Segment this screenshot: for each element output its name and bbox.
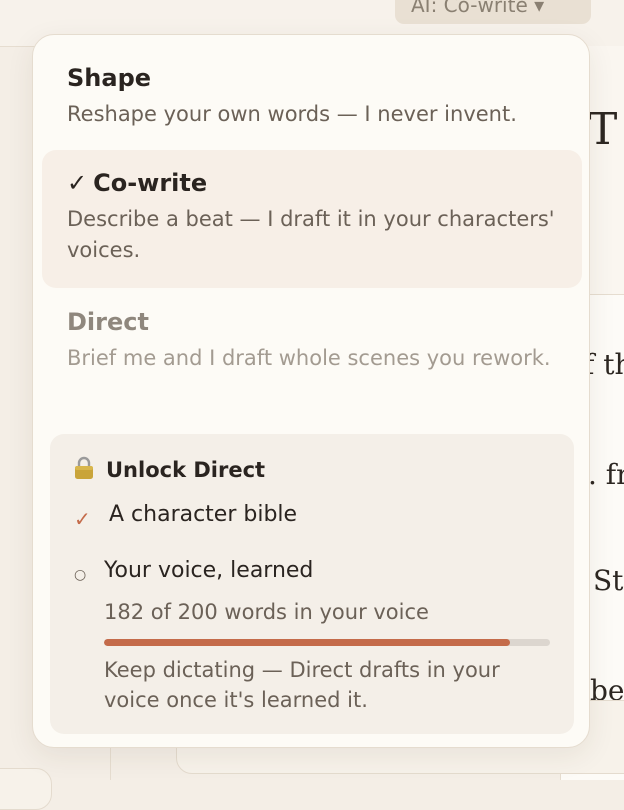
circle-icon: ○ [74, 566, 87, 583]
manuscript-text-fragment: Str [593, 564, 624, 597]
mode-option-direct: Direct Brief me and I draft whole scenes… [43, 301, 581, 380]
mode-option-title: Co-write [93, 169, 208, 197]
mode-option-description: Reshape your own words — I never invent. [67, 102, 517, 126]
requirement-item: ○ Your voice, learned [74, 558, 313, 583]
mode-option-description: Brief me and I draft whole scenes you re… [67, 346, 551, 370]
voice-progress-text: 182 of 200 words in your voice [104, 600, 429, 624]
unlock-direct-panel: Unlock Direct ✓ A character bible ○ Your… [50, 434, 574, 734]
mode-option-shape[interactable]: Shape Reshape your own words — I never i… [43, 57, 581, 136]
check-icon: ✓ [74, 506, 91, 531]
requirement-label: A character bible [109, 502, 298, 527]
unlock-hint: Keep dictating — Direct drafts in your v… [104, 658, 500, 712]
mode-option-title: Shape [67, 64, 152, 92]
manuscript-text-fragment: . fr [588, 458, 624, 491]
requirement-label: Your voice, learned [104, 558, 314, 583]
ai-mode-menu: Shape Reshape your own words — I never i… [32, 34, 590, 748]
voice-progress-fill [104, 639, 510, 646]
requirement-item: ✓ A character bible [74, 502, 298, 531]
ai-mode-button[interactable]: AI: Co-write ▾ [395, 0, 591, 24]
lock-icon [74, 456, 94, 480]
unlock-title: Unlock Direct [106, 458, 266, 482]
manuscript-heading-fragment: T [588, 104, 618, 155]
voice-progress-bar [104, 639, 550, 646]
mode-option-co-write[interactable]: ✓ Co-write Describe a beat — I draft it i… [42, 150, 582, 288]
corner-card [0, 768, 52, 810]
mode-option-description: Describe a beat — I draft it in your cha… [67, 207, 555, 262]
mode-option-title: Direct [67, 308, 149, 336]
manuscript-text-fragment: f th [584, 348, 624, 381]
check-icon: ✓ [67, 169, 88, 197]
